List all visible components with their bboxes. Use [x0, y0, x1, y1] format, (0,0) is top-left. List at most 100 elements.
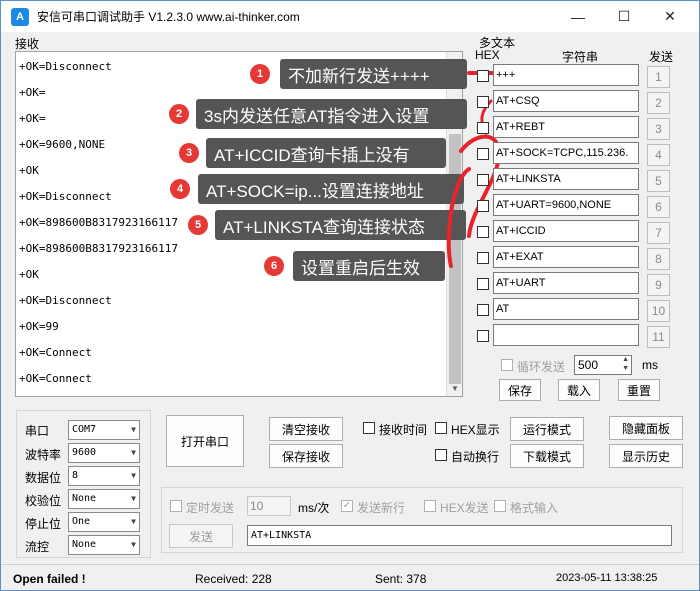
annotation-2: 3s内发送任意AT指令进入设置 — [196, 99, 467, 129]
send-input[interactable]: AT+LINKSTA — [247, 525, 672, 546]
loop-interval-input[interactable]: 500 ▲ ▼ — [574, 355, 632, 375]
spin-arrows-icon[interactable]: ▲ ▼ — [622, 355, 629, 373]
hex-checkbox[interactable] — [477, 304, 489, 316]
multi-text-input[interactable]: AT+LINKSTA — [493, 168, 639, 190]
hex-checkbox[interactable] — [477, 70, 489, 82]
annotation-badge-5: 5 — [188, 215, 208, 235]
multi-text-row: +++ 1 — [473, 64, 699, 88]
multi-text-row: AT+UART 9 — [473, 272, 699, 296]
annotation-4: AT+SOCK=ip...设置连接地址 — [198, 174, 464, 204]
receive-line: +OK=99 — [19, 320, 59, 333]
multi-send-button[interactable]: 9 — [647, 274, 670, 296]
open-port-button[interactable]: 打开串口 — [166, 415, 244, 467]
status-message: Open failed ! — [13, 572, 86, 586]
flow-select[interactable]: None ▼ — [68, 535, 140, 555]
receive-lines: +OK=Disconnect +OK= +OK= +OK=9600,NONE +OK +O… — [19, 54, 178, 392]
flow-label: 流控 — [25, 540, 50, 554]
load-multi-button[interactable]: 载入 — [558, 379, 600, 401]
multi-text-input[interactable]: AT+UART — [493, 272, 639, 294]
hex-checkbox[interactable] — [477, 96, 489, 108]
annotation-badge-4: 4 — [170, 179, 190, 199]
reset-multi-button[interactable]: 重置 — [618, 379, 660, 401]
hex-checkbox[interactable] — [477, 330, 489, 342]
send-newline-checkbox[interactable]: ✓ — [341, 500, 353, 512]
multi-text-input[interactable]: AT — [493, 298, 639, 320]
interval-input[interactable]: 10 — [247, 496, 291, 516]
chevron-down-icon: ▼ — [131, 425, 136, 434]
multi-send-button[interactable]: 11 — [647, 326, 670, 348]
app-icon: A — [11, 7, 29, 26]
parity-select[interactable]: None ▼ — [68, 489, 140, 509]
multi-text-row: AT+CSQ 2 — [473, 90, 699, 114]
status-datetime: 2023-05-11 13:38:25 — [556, 572, 658, 584]
baud-select[interactable]: 9600 ▼ — [68, 443, 140, 463]
download-mode-button[interactable]: 下载模式 — [510, 444, 584, 468]
multi-text-input[interactable]: AT+REBT — [493, 116, 639, 138]
multi-text-input[interactable]: AT+UART=9600,NONE — [493, 194, 639, 216]
hex-checkbox[interactable] — [477, 226, 489, 238]
hex-checkbox[interactable] — [477, 278, 489, 290]
app-window: A 安信可串口调试助手 V1.2.3.0 www.ai-thinker.com … — [0, 0, 700, 591]
run-mode-button[interactable]: 运行模式 — [510, 417, 584, 441]
annotation-3: AT+ICCID查询卡插上没有 — [206, 138, 446, 168]
multi-send-button[interactable]: 5 — [647, 170, 670, 192]
databits-select[interactable]: 8 ▼ — [68, 466, 140, 486]
receive-line: +OK — [19, 164, 39, 177]
multi-text-input[interactable]: AT+ICCID — [493, 220, 639, 242]
send-column-header: 发送 — [649, 50, 674, 64]
receive-line: +OK= — [19, 86, 46, 99]
receive-label: 接收 — [15, 37, 40, 51]
multi-text-input[interactable]: AT+SOCK=TCPC,115.236. — [493, 142, 639, 164]
timed-send-checkbox[interactable] — [170, 500, 182, 512]
show-history-button[interactable]: 显示历史 — [609, 444, 683, 468]
loop-unit-label: ms — [642, 358, 658, 372]
clear-receive-button[interactable]: 清空接收 — [269, 417, 343, 441]
multi-send-button[interactable]: 7 — [647, 222, 670, 244]
stopbits-select[interactable]: One ▼ — [68, 512, 140, 532]
auto-wrap-checkbox[interactable] — [435, 449, 447, 461]
maximize-button[interactable]: ☐ — [601, 1, 647, 32]
multi-text-input[interactable]: +++ — [493, 64, 639, 86]
received-count: Received: 228 — [195, 572, 272, 586]
chevron-down-icon: ▼ — [131, 494, 136, 503]
loop-send-checkbox[interactable] — [501, 359, 513, 371]
hex-display-checkbox[interactable] — [435, 422, 447, 434]
multi-send-button[interactable]: 6 — [647, 196, 670, 218]
stopbits-value: One — [72, 516, 91, 527]
minimize-button[interactable]: — — [555, 1, 601, 32]
chevron-down-icon: ▼ — [131, 517, 136, 526]
hex-checkbox[interactable] — [477, 200, 489, 212]
close-button[interactable]: ✕ — [647, 1, 693, 32]
scroll-down-icon[interactable]: ▼ — [447, 380, 462, 396]
hex-send-checkbox[interactable] — [424, 500, 436, 512]
save-receive-button[interactable]: 保存接收 — [269, 444, 343, 468]
format-input-checkbox[interactable] — [494, 500, 506, 512]
receive-line: +OK=898600B8317923166117 — [19, 242, 178, 255]
stopbits-label: 停止位 — [25, 517, 62, 531]
multi-text-row: AT+EXAT 8 — [473, 246, 699, 270]
multi-send-button[interactable]: 1 — [647, 66, 670, 88]
hex-checkbox[interactable] — [477, 174, 489, 186]
hide-panel-button[interactable]: 隐藏面板 — [609, 416, 683, 440]
multi-send-button[interactable]: 3 — [647, 118, 670, 140]
save-multi-button[interactable]: 保存 — [499, 379, 541, 401]
string-column-header: 字符串 — [562, 50, 599, 64]
hex-checkbox[interactable] — [477, 122, 489, 134]
multi-send-button[interactable]: 8 — [647, 248, 670, 270]
annotation-badge-6: 6 — [264, 256, 284, 276]
multi-text-input[interactable]: AT+CSQ — [493, 90, 639, 112]
port-select[interactable]: COM7 ▼ — [68, 420, 140, 440]
multi-send-button[interactable]: 4 — [647, 144, 670, 166]
hex-checkbox[interactable] — [477, 252, 489, 264]
sent-count: Sent: 378 — [375, 572, 427, 586]
multi-send-button[interactable]: 2 — [647, 92, 670, 114]
hex-checkbox[interactable] — [477, 148, 489, 160]
multi-text-row: AT+ICCID 7 — [473, 220, 699, 244]
parity-value: None — [72, 493, 97, 504]
multi-text-row: AT+LINKSTA 5 — [473, 168, 699, 192]
multi-text-input[interactable]: AT+EXAT — [493, 246, 639, 268]
receive-time-checkbox[interactable] — [363, 422, 375, 434]
multi-send-button[interactable]: 10 — [647, 300, 670, 322]
send-button[interactable]: 发送 — [169, 524, 233, 548]
multi-text-input[interactable] — [493, 324, 639, 346]
